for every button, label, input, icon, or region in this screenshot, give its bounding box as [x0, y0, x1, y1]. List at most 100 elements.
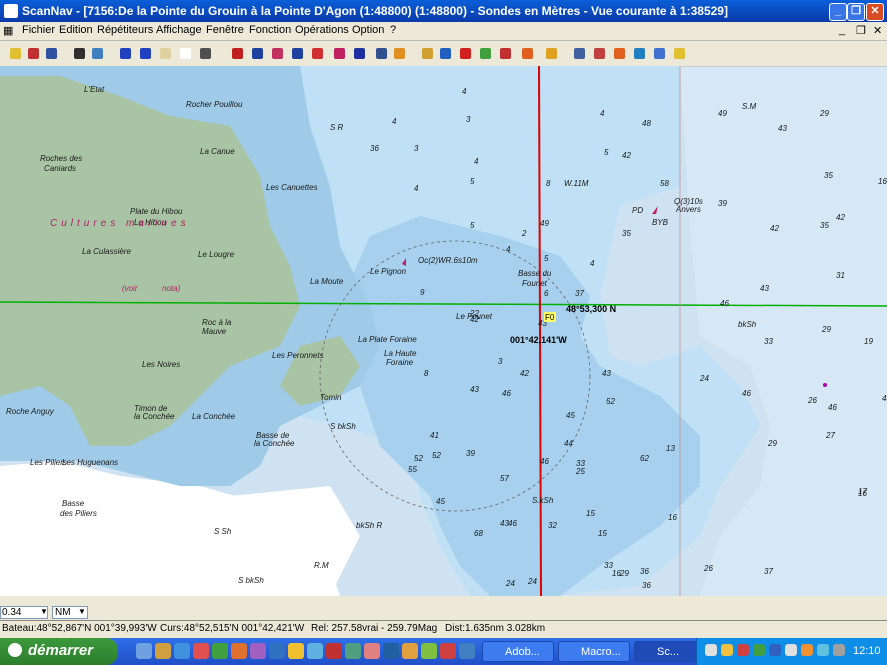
chart-canvas[interactable]: Rocher Pouillou Roches desCaniards La Canu… — [0, 66, 887, 596]
help-pointer-icon[interactable] — [88, 44, 106, 62]
mdi-close-button[interactable]: ✕ — [873, 24, 882, 37]
depth-sounding: 52 — [606, 397, 615, 406]
quicklaunch-app-icon[interactable] — [193, 643, 209, 659]
quicklaunch-app9-icon[interactable] — [345, 643, 361, 659]
tray-icon-9[interactable] — [833, 644, 845, 656]
save-icon[interactable] — [42, 44, 60, 62]
menu-fenetre[interactable]: Fenêtre — [206, 24, 244, 36]
stats-icon[interactable] — [670, 44, 688, 62]
text-A-icon[interactable] — [350, 44, 368, 62]
quicklaunch-app2-icon[interactable] — [212, 643, 228, 659]
chart-list-icon[interactable] — [542, 44, 560, 62]
quicklaunch-app7-icon[interactable] — [307, 643, 323, 659]
close-button[interactable]: ✕ — [866, 3, 884, 21]
select-rect-icon[interactable] — [176, 44, 194, 62]
task-adobe[interactable]: Adob... — [482, 641, 554, 662]
quicklaunch-app5-icon[interactable] — [269, 643, 285, 659]
menu-fonction[interactable]: Fonction — [249, 24, 291, 36]
chart-label: nota) — [162, 284, 181, 293]
unit-dropdown-icon[interactable]: ▼ — [77, 607, 87, 618]
depth-sounding: 8 — [424, 369, 429, 378]
maximize-button[interactable]: ❐ — [847, 3, 865, 21]
mdi-icon[interactable]: ▦ — [3, 24, 13, 37]
tray-icon-1[interactable] — [705, 644, 717, 656]
menu-help[interactable]: ? — [390, 24, 396, 36]
zoom-out-icon[interactable] — [136, 44, 154, 62]
route-icon[interactable] — [268, 44, 286, 62]
layers-icon[interactable] — [372, 44, 390, 62]
depth-sounding: 52 — [414, 454, 423, 463]
wind-icon[interactable] — [630, 44, 648, 62]
quicklaunch-app13-icon[interactable] — [421, 643, 437, 659]
tide-icon[interactable] — [418, 44, 436, 62]
menu-affichage[interactable]: Affichage — [156, 24, 202, 36]
chart-label: Cultures marines — [50, 218, 190, 229]
quicklaunch-desktop-icon[interactable] — [136, 643, 152, 659]
tray-icon-2[interactable] — [721, 644, 733, 656]
tray-icon-5[interactable] — [769, 644, 781, 656]
task-macro[interactable]: Macro... — [558, 641, 630, 662]
tray-icon-7[interactable] — [801, 644, 813, 656]
quicklaunch-app8-icon[interactable] — [326, 643, 342, 659]
tray-icon-6[interactable] — [785, 644, 797, 656]
new-chart-icon[interactable] — [6, 44, 24, 62]
task-scannav[interactable]: Sc... — [634, 641, 698, 662]
depth-sounding: 55 — [408, 465, 417, 474]
erase-icon[interactable] — [330, 44, 348, 62]
depth-sounding: 4 — [392, 117, 397, 126]
start-button[interactable]: démarrer — [0, 638, 118, 665]
quicklaunch-app6-icon[interactable] — [288, 643, 304, 659]
print-icon[interactable] — [70, 44, 88, 62]
lifebuoy-icon[interactable] — [518, 44, 536, 62]
boat-icon[interactable] — [590, 44, 608, 62]
tray-icon-3[interactable] — [737, 644, 749, 656]
current-icon[interactable] — [650, 44, 668, 62]
compass-icon[interactable] — [436, 44, 454, 62]
zoom-in-icon[interactable] — [116, 44, 134, 62]
boat-track-icon[interactable] — [610, 44, 628, 62]
chart-label: Anvers — [675, 205, 701, 214]
chart-label: S.kSh — [532, 496, 554, 505]
menu-operations[interactable]: Opérations — [295, 24, 349, 36]
minimize-button[interactable]: _ — [829, 3, 847, 21]
scale-dropdown-icon[interactable]: ▼ — [39, 607, 49, 618]
quicklaunch-app4-icon[interactable] — [250, 643, 266, 659]
open-icon[interactable] — [24, 44, 42, 62]
quicklaunch-app12-icon[interactable] — [402, 643, 418, 659]
depth-sounding: 15 — [586, 509, 595, 518]
menu-option[interactable]: Option — [352, 24, 384, 36]
route-edit-icon[interactable] — [476, 44, 494, 62]
quicklaunch-app11-icon[interactable] — [383, 643, 399, 659]
nautical-chart[interactable]: Rocher Pouillou Roches des Caniards La Canu… — [0, 66, 887, 596]
menu-fichier[interactable]: Fichier — [22, 24, 55, 36]
mark-icon[interactable] — [308, 44, 326, 62]
chart-label: (voir — [122, 284, 138, 293]
quicklaunch-app3-icon[interactable] — [231, 643, 247, 659]
anchor-icon[interactable] — [228, 44, 246, 62]
select-arrow-icon[interactable] — [196, 44, 214, 62]
target-icon[interactable] — [456, 44, 474, 62]
track-icon[interactable] — [288, 44, 306, 62]
quicklaunch-app14-icon[interactable] — [440, 643, 456, 659]
pan-hand-icon[interactable] — [156, 44, 174, 62]
quicklaunch-app10-icon[interactable] — [364, 643, 380, 659]
depth-sounding: 4 — [590, 259, 595, 268]
depth-sounding: 29 — [767, 439, 777, 448]
quicklaunch-ie-icon[interactable] — [174, 643, 190, 659]
quicklaunch-app15-icon[interactable] — [459, 643, 475, 659]
grid-icon[interactable] — [570, 44, 588, 62]
tray-icon-8[interactable] — [817, 644, 829, 656]
waypoint-icon[interactable] — [248, 44, 266, 62]
tray-icon-4[interactable] — [753, 644, 765, 656]
bearing-icon[interactable] — [390, 44, 408, 62]
menu-repetiteurs[interactable]: Répétiteurs — [97, 24, 153, 36]
status-distance: Dist:1.635nm 3.028km — [445, 623, 546, 634]
depth-sounding: 4 — [600, 109, 605, 118]
scale-controls: 0.34 ▼ NM ▼ — [0, 596, 887, 620]
quicklaunch-folder-icon[interactable] — [155, 643, 171, 659]
lighthouse-icon[interactable] — [496, 44, 514, 62]
chart-label: S.M — [742, 102, 757, 111]
mdi-restore-button[interactable]: ❐ — [856, 24, 866, 37]
mdi-minimize-button[interactable]: _ — [839, 24, 845, 36]
menu-edition[interactable]: Edition — [59, 24, 93, 36]
